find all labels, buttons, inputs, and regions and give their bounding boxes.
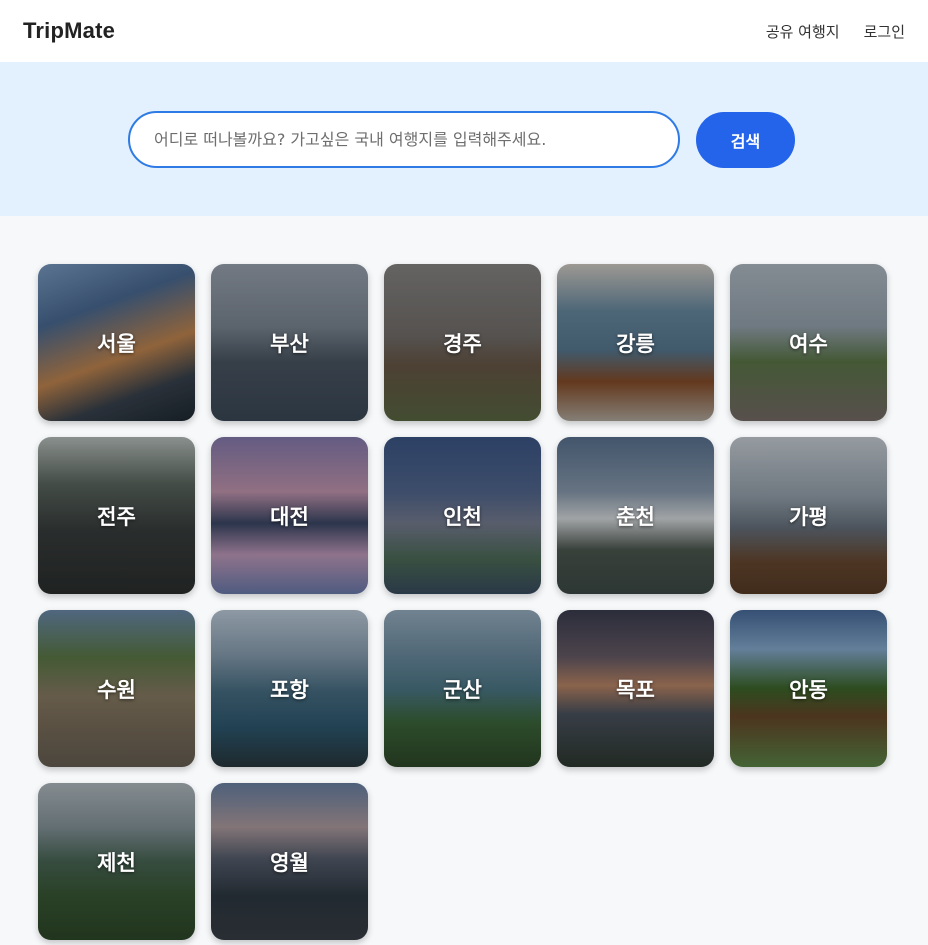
destination-search-input[interactable]: [128, 111, 680, 168]
destination-name: 여수: [789, 331, 828, 356]
destination-card[interactable]: 경주: [384, 264, 541, 421]
destination-grid: 서울 부산 경주 강릉 여수전주 대전 인천 춘천 가평수원 포항 군산 목포 안동제천 영월: [38, 264, 887, 940]
destination-card[interactable]: 대전: [211, 437, 368, 594]
destination-card[interactable]: 강릉: [557, 264, 714, 421]
destination-name: 제천: [97, 850, 136, 875]
destination-name: 포항: [270, 677, 309, 702]
destination-card[interactable]: 춘천: [557, 437, 714, 594]
destination-name: 강릉: [616, 331, 655, 356]
destination-name: 영월: [270, 850, 309, 875]
destination-name: 군산: [443, 677, 482, 702]
destination-card[interactable]: 목포: [557, 610, 714, 767]
destination-card[interactable]: 포항: [211, 610, 368, 767]
login-link[interactable]: 로그인: [864, 21, 905, 42]
destination-name: 부산: [270, 331, 309, 356]
destination-card[interactable]: 인천: [384, 437, 541, 594]
destination-name: 전주: [97, 504, 136, 529]
destination-card[interactable]: 영월: [211, 783, 368, 940]
destination-name: 수원: [97, 677, 136, 702]
destination-card[interactable]: 전주: [38, 437, 195, 594]
destination-card[interactable]: 가평: [730, 437, 887, 594]
shared-destinations-link[interactable]: 공유 여행지: [766, 21, 840, 42]
destination-name: 경주: [443, 331, 482, 356]
destination-card[interactable]: 안동: [730, 610, 887, 767]
destination-name: 안동: [789, 677, 828, 702]
destination-card[interactable]: 부산: [211, 264, 368, 421]
destination-name: 인천: [443, 504, 482, 529]
destination-card[interactable]: 여수: [730, 264, 887, 421]
destination-name: 목포: [616, 677, 655, 702]
destination-name: 춘천: [616, 504, 655, 529]
app-logo[interactable]: TripMate: [23, 18, 115, 44]
destination-card[interactable]: 서울: [38, 264, 195, 421]
destination-name: 서울: [97, 331, 136, 356]
search-button[interactable]: 검색: [696, 112, 795, 168]
destination-name: 대전: [270, 504, 309, 529]
destination-card[interactable]: 군산: [384, 610, 541, 767]
destination-name: 가평: [789, 504, 828, 529]
header-nav: 공유 여행지 로그인: [766, 21, 905, 42]
search-hero: 검색: [0, 62, 928, 216]
top-navigation-bar: TripMate 공유 여행지 로그인: [0, 0, 928, 62]
destination-card[interactable]: 제천: [38, 783, 195, 940]
destination-card[interactable]: 수원: [38, 610, 195, 767]
